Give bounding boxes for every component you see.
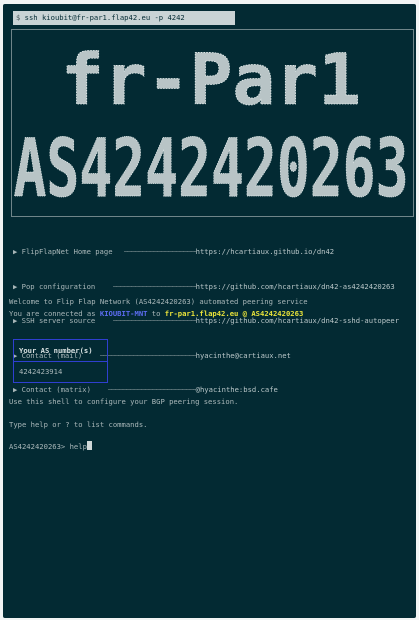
as-number-table: Your AS number(s) 4242423914 [13, 339, 108, 383]
command-input[interactable]: help [70, 442, 87, 451]
prompt-label: AS4242420263> [9, 442, 70, 451]
as-number-header: Your AS number(s) [14, 340, 107, 362]
links-list: ▶ FlipFlapNet Home page ─────────────────… [13, 223, 413, 419]
link-value[interactable]: hyacinthe@cartiaux.net [196, 350, 291, 362]
link-value[interactable]: https://hcartiaux.github.io/dn42 [196, 246, 334, 258]
text-cursor [86, 441, 92, 450]
link-value[interactable]: @hyacinthe:bsd.cafe [196, 384, 278, 396]
configure-hint: Use this shell to configure your BGP pee… [9, 397, 239, 406]
link-row-pop-config: ▶ Pop configuration ─────────────────────… [13, 281, 413, 293]
command-prompt-line[interactable]: AS4242420263> help [9, 441, 92, 453]
as-number-value: 4242423914 [19, 367, 63, 376]
banner-title-as: AS4242420263 [11, 116, 411, 206]
leader-dashes: ────────────────────────── [112, 281, 196, 291]
link-value[interactable]: https://github.com/hcartiaux/dn42-as4242… [196, 281, 395, 293]
help-hint: Type help or ? to list commands. [9, 420, 148, 429]
maintainer-name: KIOUBIT-MNT [99, 308, 148, 318]
shell-prompt-symbol: $ [16, 13, 21, 22]
link-label: Pop configuration [21, 281, 96, 291]
link-row-home: ▶ FlipFlapNet Home page ─────────────────… [13, 246, 413, 258]
ssh-command-line: $ ssh kioubit@fr-par1.flap42.eu -p 4242 [13, 11, 235, 25]
bullet-arrow-icon: ▶ [13, 281, 22, 291]
link-label: Contact (matrix) [21, 385, 91, 394]
banner-title-pop: fr-Par1 [11, 32, 411, 114]
bullet-arrow-icon: ▶ [13, 247, 22, 256]
host-name: fr-par1.flap42.eu @ AS4242420263 [164, 308, 304, 318]
link-label: FlipFlapNet Home page [21, 247, 113, 256]
terminal-window[interactable]: $ ssh kioubit@fr-par1.flap42.eu -p 4242 … [3, 4, 416, 618]
connected-mid: to [147, 308, 165, 318]
banner-as-text: AS4242420263 [14, 122, 409, 206]
connected-prefix: You are connected as [9, 308, 100, 318]
welcome-line: Welcome to Flip Flap Network (AS42424202… [9, 297, 308, 306]
leader-dashes: ────────────────────────── [123, 247, 196, 256]
ssh-command-text: ssh kioubit@fr-par1.flap42.eu -p 4242 [24, 13, 185, 22]
bullet-arrow-icon: ▶ [13, 385, 22, 394]
leader-dashes: ────────────────────────── [99, 350, 196, 360]
leader-dashes: ────────────────────────── [107, 385, 196, 394]
link-row-contact-matrix: ▶ Contact (matrix) ──────────────────────… [13, 384, 413, 396]
banner-pop-text: fr-Par1 [61, 39, 361, 114]
connected-line: You are connected as KIOUBIT-MNT to fr-p… [9, 308, 303, 320]
banner-frame-divider [11, 216, 414, 217]
